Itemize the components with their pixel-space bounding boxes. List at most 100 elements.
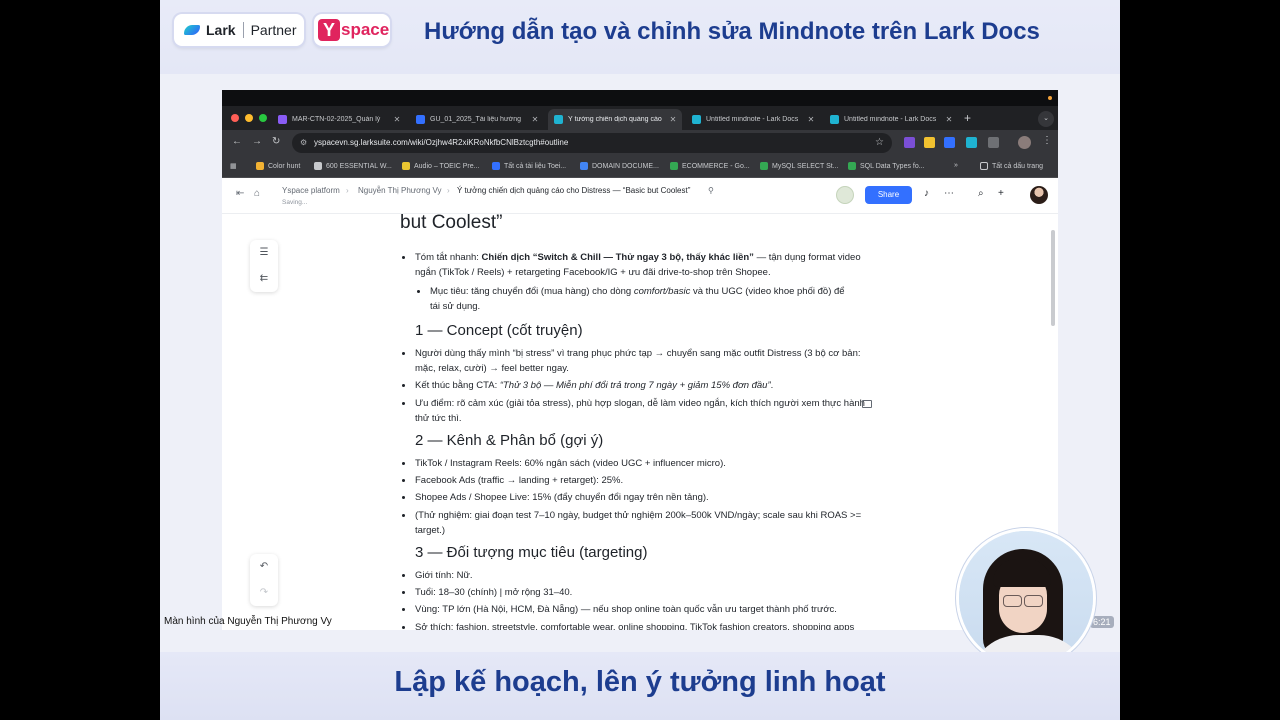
browser-menu-icon[interactable]: ⋮ bbox=[1042, 135, 1052, 146]
outline-icon[interactable]: ☰ bbox=[250, 240, 278, 266]
breadcrumb-item[interactable]: Nguyễn Thị Phương Vy bbox=[358, 186, 442, 195]
undo-toolbar: ↶ ↷ bbox=[250, 554, 278, 606]
share-button[interactable]: Share bbox=[865, 186, 912, 204]
reload-icon[interactable]: ↻ bbox=[272, 136, 280, 147]
outline-toolbar: ☰ ⇇ bbox=[250, 240, 278, 292]
new-tab-icon[interactable]: + bbox=[964, 111, 971, 125]
browser-tab[interactable]: MAR-CTN-02-2025_Quản lý ✕ bbox=[272, 109, 406, 130]
bookmark-item[interactable]: Audio – TOEIC Pre... bbox=[402, 162, 480, 170]
forward-icon[interactable]: → bbox=[252, 136, 262, 147]
breadcrumb-current[interactable]: Ý tưởng chiến dịch quảng cáo cho Distres… bbox=[457, 186, 690, 195]
bookmark-item[interactable]: 600 ESSENTIAL W... bbox=[314, 162, 392, 170]
list-item: (Thử nghiệm: giai đoạn test 7–10 ngày, b… bbox=[401, 508, 862, 538]
presenter-label: Màn hình của Nguyễn Thị Phương Vy bbox=[164, 616, 332, 627]
apps-grid-icon[interactable]: ▦ bbox=[230, 162, 237, 170]
partner-label: Partner bbox=[250, 22, 297, 38]
browser-tab[interactable]: GU_01_2025_Tài liệu hướng ✕ bbox=[410, 109, 544, 130]
search-icon[interactable]: ⌕ bbox=[978, 188, 984, 199]
bookmark-item[interactable]: Tất cả tài liệu Toei... bbox=[492, 162, 566, 170]
tab-title: Untitled mindnote - Lark Docs bbox=[706, 116, 799, 123]
list-item: Ưu điểm: rõ cảm xúc (giải tỏa stress), p… bbox=[402, 396, 865, 426]
text: Mục tiêu: tăng chuyển đổi (mua hàng) cho… bbox=[430, 286, 634, 297]
maximize-window-icon[interactable] bbox=[259, 114, 267, 122]
bookmark-label: DOMAIN DOCUME... bbox=[592, 162, 659, 170]
minimize-window-icon[interactable] bbox=[245, 114, 253, 122]
lark-logo-text: Lark bbox=[206, 22, 236, 38]
tab-close-icon[interactable]: ✕ bbox=[530, 115, 540, 124]
browser-tab-active[interactable]: Ý tưởng chiến dịch quảng cáo ✕ bbox=[548, 109, 682, 130]
all-bookmarks-folder[interactable]: Tất cả dấu trang bbox=[980, 162, 1043, 170]
shared-screen: MAR-CTN-02-2025_Quản lý ✕ GU_01_2025_Tài… bbox=[222, 90, 1058, 630]
text: thử tức thì. bbox=[415, 413, 462, 424]
bookmark-item[interactable]: ECOMMERCE - Go... bbox=[670, 162, 750, 170]
bookmark-label: Color hunt bbox=[268, 162, 301, 170]
url-input[interactable]: ⚙ yspacevn.sg.larksuite.com/wiki/Ozjhw4R… bbox=[292, 133, 892, 153]
bookmark-label: 600 ESSENTIAL W... bbox=[326, 162, 392, 170]
tab-favicon-icon bbox=[278, 115, 287, 124]
tab-close-icon[interactable]: ✕ bbox=[806, 115, 816, 124]
more-options-icon[interactable]: ⋯ bbox=[944, 188, 954, 199]
bookmark-item[interactable]: MySQL SELECT St... bbox=[760, 162, 839, 170]
text: (Thử nghiệm: giai đoạn test 7–10 ngày, b… bbox=[415, 510, 862, 521]
close-window-icon[interactable] bbox=[231, 114, 239, 122]
top-banner: Lark Partner Y space Hướng dẫn tạo và ch… bbox=[160, 0, 1120, 74]
notification-bell-icon[interactable]: ♪ bbox=[924, 188, 929, 199]
text: target.) bbox=[415, 525, 446, 536]
redo-icon[interactable]: ↷ bbox=[250, 580, 278, 606]
text: Người dùng thấy mình “bị stress” vì tran… bbox=[415, 348, 861, 359]
bookmark-item[interactable]: DOMAIN DOCUME... bbox=[580, 162, 659, 170]
collapse-outline-icon[interactable]: ⇇ bbox=[250, 266, 278, 292]
list-item: Người dùng thấy mình “bị stress” vì tran… bbox=[402, 346, 861, 376]
video-frame: Lark Partner Y space Hướng dẫn tạo và ch… bbox=[160, 0, 1120, 720]
bookmark-star-icon[interactable]: ☆ bbox=[875, 133, 884, 153]
extension-icon[interactable] bbox=[944, 137, 955, 148]
doc-scrollbar[interactable] bbox=[1051, 230, 1055, 326]
bookmarks-bar: ▦ Color hunt 600 ESSENTIAL W... Audio – … bbox=[222, 156, 1058, 178]
breadcrumb-item[interactable]: Yspace platform bbox=[282, 186, 340, 195]
yspace-logo-text: space bbox=[341, 20, 390, 39]
bookmarks-overflow[interactable]: » bbox=[954, 162, 958, 169]
comment-icon[interactable] bbox=[862, 400, 872, 408]
bookmark-item[interactable]: SQL Data Types fo... bbox=[848, 162, 925, 170]
lark-partner-logo: Lark Partner bbox=[174, 14, 304, 46]
bookmark-favicon-icon bbox=[848, 162, 856, 170]
collaborator-avatar[interactable] bbox=[836, 186, 854, 204]
tab-close-icon[interactable]: ✕ bbox=[668, 115, 678, 124]
tab-close-icon[interactable]: ✕ bbox=[392, 115, 402, 124]
home-icon[interactable]: ⌂ bbox=[254, 188, 260, 199]
text: ngắn (TikTok / Reels) + retargeting Face… bbox=[415, 267, 771, 278]
caption-title: Lập kế hoạch, lên ý tưởng linh hoạt bbox=[394, 666, 886, 698]
text: mặc, relax, cười) → feel better ngay. bbox=[415, 363, 569, 374]
bookmark-item[interactable]: Color hunt bbox=[256, 162, 300, 170]
banner-title: Hướng dẫn tạo và chỉnh sửa Mindnote trên… bbox=[424, 18, 1040, 45]
tab-search-chevron-icon[interactable]: ⌄ bbox=[1038, 111, 1054, 127]
profile-avatar[interactable] bbox=[1018, 136, 1031, 149]
yspace-logo: Y space bbox=[314, 14, 390, 46]
extensions-puzzle-icon[interactable] bbox=[988, 137, 999, 148]
user-avatar[interactable] bbox=[1030, 186, 1048, 204]
bookmark-favicon-icon bbox=[314, 162, 322, 170]
text: — tận dụng format video bbox=[753, 252, 861, 263]
tab-close-icon[interactable]: ✕ bbox=[944, 115, 954, 124]
browser-tab[interactable]: Untitled mindnote - Lark Docs ✕ bbox=[686, 109, 820, 130]
yspace-logo-y: Y bbox=[318, 19, 340, 41]
extension-icon[interactable] bbox=[924, 137, 935, 148]
list-item: Tóm tắt nhanh: Chiến dịch “Switch & Chil… bbox=[402, 250, 861, 280]
text: tái sử dụng. bbox=[430, 301, 481, 312]
recording-dot-icon bbox=[1048, 96, 1052, 100]
pin-icon[interactable]: ⚲ bbox=[708, 186, 714, 195]
undo-icon[interactable]: ↶ bbox=[250, 554, 278, 580]
extension-icon[interactable] bbox=[904, 137, 915, 148]
webcam-bubble bbox=[956, 528, 1096, 668]
site-info-icon[interactable]: ⚙ bbox=[300, 133, 307, 153]
menu-bar bbox=[222, 90, 1058, 106]
back-icon[interactable]: ← bbox=[232, 136, 242, 147]
bookmark-label: Tất cả tài liệu Toei... bbox=[504, 162, 567, 170]
heading-targeting: 3 — Đối tượng mục tiêu (targeting) bbox=[415, 544, 648, 561]
sidebar-toggle-icon[interactable]: ⇤ bbox=[236, 188, 244, 199]
tab-favicon-icon bbox=[692, 115, 701, 124]
extension-icon[interactable] bbox=[966, 137, 977, 148]
browser-tab[interactable]: Untitled mindnote - Lark Docs ✕ bbox=[824, 109, 958, 130]
breadcrumb-separator: › bbox=[447, 186, 450, 195]
add-icon[interactable]: + bbox=[998, 188, 1004, 199]
